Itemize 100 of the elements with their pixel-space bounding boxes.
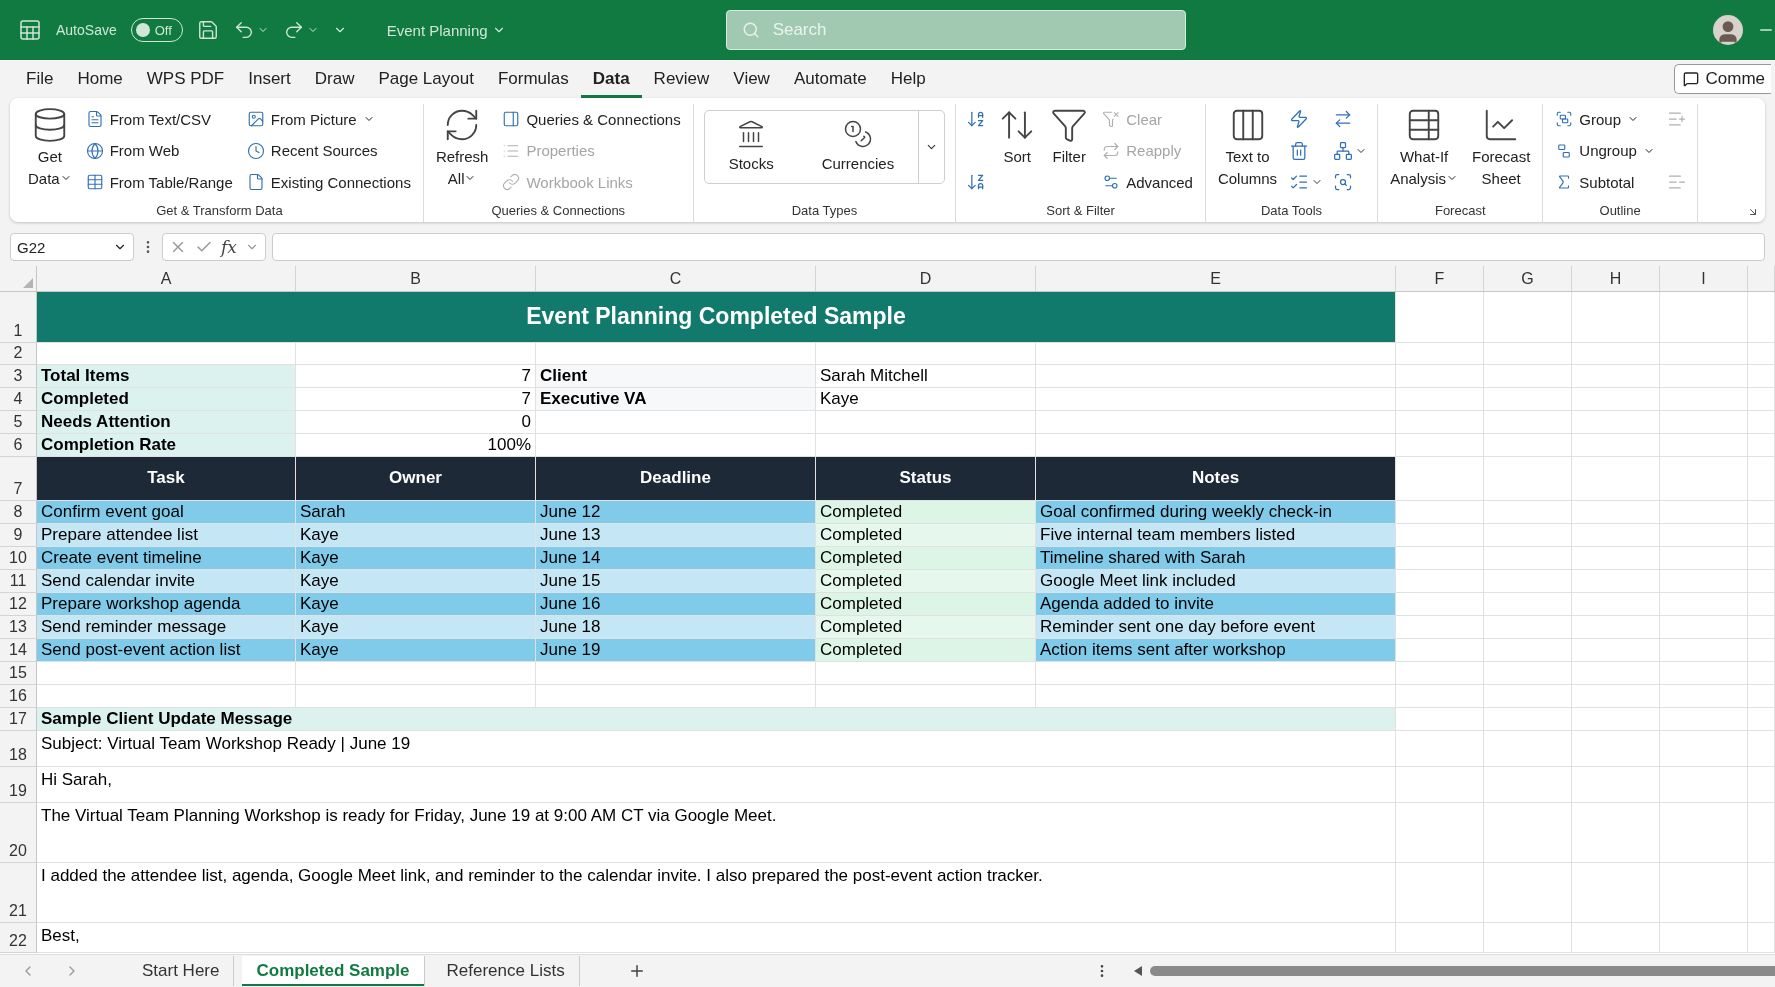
table-cell: Sarah	[296, 501, 536, 524]
empty-cell	[1748, 767, 1775, 803]
ribbon-button[interactable]: From Text/CSV	[83, 106, 235, 132]
row-number: 14	[0, 639, 37, 662]
table-cell: June 19	[536, 639, 816, 662]
horizontal-scrollbar[interactable]	[1149, 966, 1775, 976]
group-icon	[1555, 110, 1574, 128]
menu-tab[interactable]: Automate	[781, 60, 879, 98]
empty-cell	[1748, 662, 1775, 685]
ribbon-button[interactable]: Recent Sources	[244, 137, 413, 164]
menu-tab[interactable]: Review	[641, 60, 722, 98]
menu-tab[interactable]: WPS PDF	[134, 60, 237, 98]
sheet-tab[interactable]: Start Here	[128, 956, 235, 986]
table-cell: Completed	[816, 547, 1036, 570]
ribbon-button[interactable]: What-If Analysis	[1388, 104, 1460, 201]
table-cell: Completed	[816, 616, 1036, 639]
summary-value: 100%	[296, 434, 536, 457]
avatar[interactable]	[1713, 15, 1743, 45]
menu-tab[interactable]: Draw	[302, 60, 367, 98]
ribbon-group-label: Get & Transform Data	[155, 202, 284, 220]
row-number: 11	[0, 570, 37, 593]
ribbon-button[interactable]: From Web	[83, 137, 235, 164]
comments-button[interactable]: Comme	[1674, 64, 1771, 94]
document-icon	[85, 110, 104, 128]
ribbon-button[interactable]: Get Data	[26, 104, 74, 201]
table-cell: June 16	[536, 593, 816, 616]
empty-cell	[1748, 685, 1775, 708]
menu-tab[interactable]: Insert	[236, 60, 303, 98]
column-letter[interactable]: D	[816, 266, 1036, 292]
search-field[interactable]: Search	[725, 10, 1186, 50]
summary-value: Sarah Mitchell	[816, 365, 1036, 388]
empty-cell	[1748, 731, 1775, 767]
save-icon[interactable]	[196, 19, 219, 41]
empty-cell	[1748, 593, 1775, 616]
globe-icon	[85, 141, 104, 160]
column-letter[interactable]: G	[1484, 266, 1572, 292]
column-letter[interactable]: A	[37, 266, 296, 292]
gallery-item[interactable]: Stocks	[704, 111, 798, 183]
empty-cell	[1748, 457, 1775, 501]
sliders-icon	[1102, 173, 1121, 191]
column-letter[interactable]: C	[536, 266, 816, 292]
column-letter[interactable]: I	[1660, 266, 1748, 292]
ribbon-button[interactable]: Subtotal	[1553, 169, 1657, 195]
summary-value: 7	[296, 365, 536, 388]
table-cell: Confirm event goal	[37, 501, 296, 524]
empty-cell	[1748, 863, 1775, 923]
gallery-item[interactable]: Currencies	[797, 111, 919, 183]
ribbon-button[interactable]: Ungroup	[1553, 137, 1657, 164]
column-letter[interactable]: H	[1572, 266, 1660, 292]
summary-label: Needs Attention	[37, 411, 296, 434]
row-number: 7	[0, 457, 37, 501]
empty-cell	[1748, 547, 1775, 570]
table-cell: Prepare workshop agenda	[37, 593, 296, 616]
ribbon-button[interactable]: Group	[1553, 106, 1657, 132]
table-cell: Reminder sent one day before event	[1036, 616, 1396, 639]
ribbon-group-label: Queries & Connections	[490, 202, 627, 220]
row-number: 3	[0, 365, 37, 388]
menu-tab[interactable]: File	[14, 60, 66, 98]
sheet-tab[interactable]: Reference Lists	[432, 956, 580, 986]
insert-function-button[interactable]: fx	[221, 237, 237, 257]
column-letter[interactable]: B	[296, 266, 536, 292]
row-number: 1	[0, 292, 37, 343]
ribbon-button[interactable]: From Picture	[244, 106, 413, 132]
side-panel-icon	[502, 110, 521, 128]
menu-tab[interactable]: View	[721, 60, 782, 98]
name-box[interactable]: G22	[10, 233, 134, 261]
summary-label: Total Items	[37, 365, 296, 388]
scroll-left-icon[interactable]	[1133, 966, 1142, 976]
table-cell: June 12	[536, 501, 816, 524]
menu-tab[interactable]: Home	[65, 60, 135, 98]
ribbon-button[interactable]: From Table/Range	[83, 169, 235, 195]
ribbon-button[interactable]: Advanced	[1100, 169, 1195, 195]
row-number: 2	[0, 343, 37, 365]
menu-tab[interactable]: Help	[878, 60, 938, 98]
table-cell: Completed	[816, 593, 1036, 616]
row-number: 15	[0, 662, 37, 685]
menu-tab[interactable]: Formulas	[485, 60, 581, 98]
table-cell: Kaye	[296, 547, 536, 570]
menu-tab[interactable]: Page Layout	[366, 60, 486, 98]
formula-input[interactable]	[271, 233, 1765, 261]
ribbon-button[interactable]: Forecast Sheet	[1470, 104, 1533, 201]
document-title[interactable]: Event Planning	[380, 20, 512, 40]
menu-tab[interactable]: Data	[580, 60, 642, 98]
sheet-tab[interactable]: Completed Sample	[242, 956, 425, 986]
ribbon-button[interactable]: Filter	[1048, 104, 1091, 201]
column-header: Task	[37, 457, 296, 501]
dialog-launcher-icon[interactable]	[1747, 206, 1759, 218]
ribbon-button[interactable]: Existing Connections	[244, 169, 413, 195]
link-icon	[502, 173, 521, 191]
empty-cell	[1748, 434, 1775, 457]
column-letter[interactable]: E	[1036, 266, 1396, 292]
ribbon-button[interactable]: Sort	[996, 104, 1039, 201]
ribbon-button[interactable]: Refresh All	[433, 104, 491, 201]
column-letter[interactable]: F	[1396, 266, 1484, 292]
funnel-clear-icon	[1102, 110, 1121, 128]
ribbon-button[interactable]: Queries & Connections	[500, 106, 683, 132]
table-cell: Kaye	[296, 593, 536, 616]
row-number: 20	[0, 803, 37, 863]
summary-label: Completed	[37, 388, 296, 411]
ribbon-button[interactable]: Text to Columns	[1215, 104, 1280, 201]
